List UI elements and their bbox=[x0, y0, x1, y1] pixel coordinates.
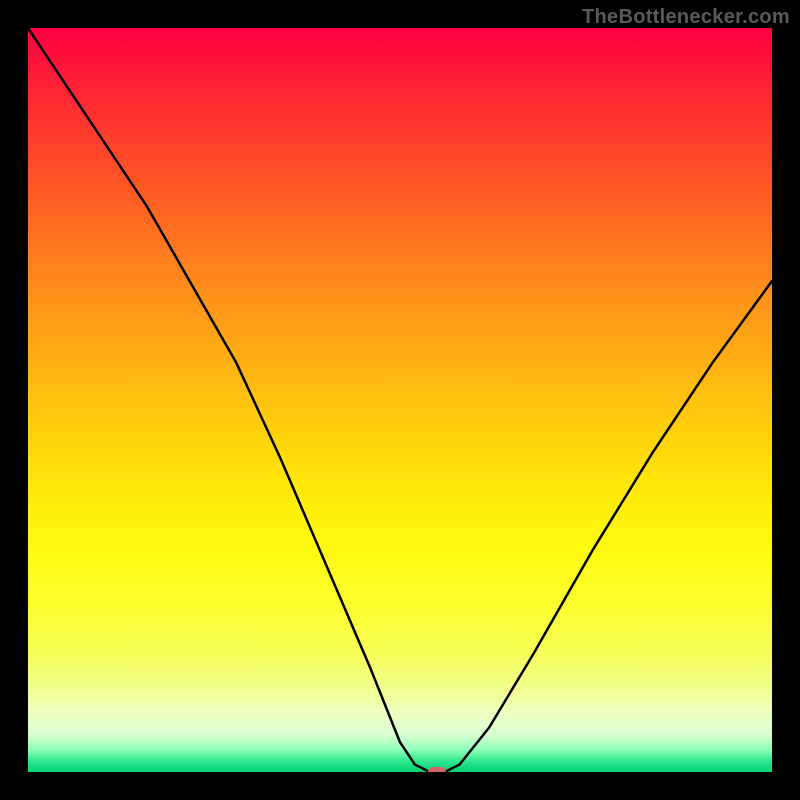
chart-container: TheBottlenecker.com bbox=[0, 0, 800, 800]
watermark-text: TheBottlenecker.com bbox=[582, 6, 790, 29]
bottleneck-curve bbox=[28, 28, 772, 772]
optimum-marker bbox=[428, 767, 446, 772]
plot-area bbox=[28, 28, 772, 772]
curve-path bbox=[28, 28, 772, 772]
